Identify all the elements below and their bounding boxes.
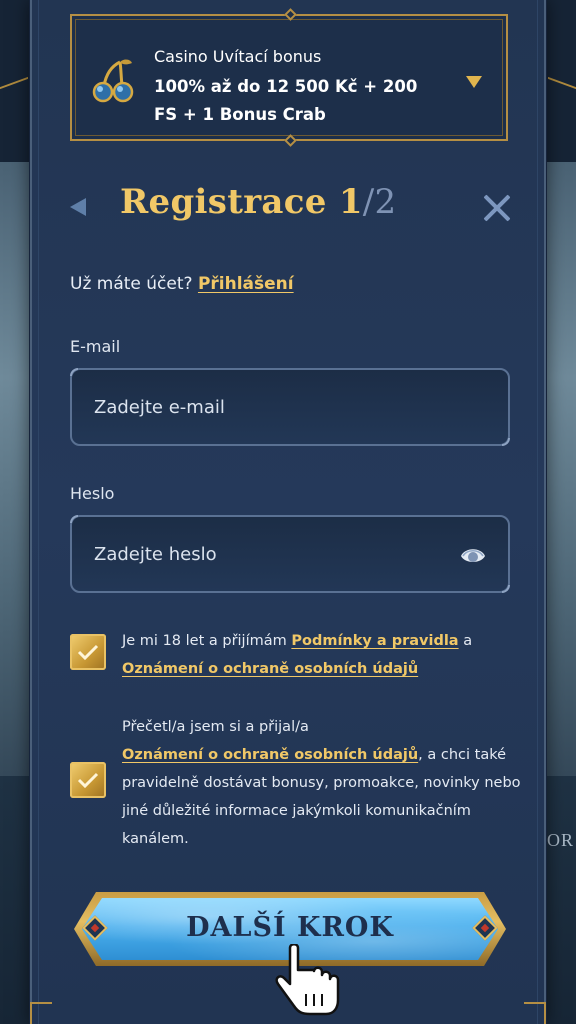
checkmark-icon bbox=[77, 644, 99, 661]
consent-text: Je mi 18 let a přijímám bbox=[122, 633, 292, 649]
title-step: Registrace 1 bbox=[120, 182, 363, 222]
terms-checkbox[interactable] bbox=[70, 634, 106, 670]
bonus-description: 100% až do 12 500 Kč + 200 FS + 1 Bonus … bbox=[154, 77, 418, 124]
password-field[interactable] bbox=[94, 517, 434, 591]
email-field[interactable] bbox=[94, 370, 434, 444]
field-corner bbox=[502, 585, 510, 593]
consent-text: a bbox=[458, 633, 473, 649]
login-question: Už máte účet? bbox=[70, 274, 193, 294]
email-field-box bbox=[70, 368, 510, 446]
back-arrow-icon[interactable] bbox=[70, 198, 86, 216]
hand-cursor-icon bbox=[275, 944, 340, 1016]
field-corner bbox=[70, 368, 78, 376]
terms-consent-text: Je mi 18 let a přijímám Podmínky a pravi… bbox=[122, 627, 522, 683]
privacy-link[interactable]: Oznámení o ochraně osobních údajů bbox=[122, 747, 418, 763]
password-label: Heslo bbox=[70, 484, 115, 503]
marketing-consent-text: Přečetl/a jsem si a přijal/a Oznámení o … bbox=[122, 713, 522, 853]
privacy-link[interactable]: Oznámení o ochraně osobních údajů bbox=[122, 661, 418, 677]
close-icon[interactable] bbox=[482, 193, 512, 223]
title-step-total: /2 bbox=[362, 182, 397, 222]
terms-link[interactable]: Podmínky a pravidla bbox=[291, 633, 458, 649]
login-prompt: Už máte účet? Přihlášení bbox=[70, 274, 294, 294]
panel-border-left bbox=[38, 0, 39, 1024]
bonus-title: Casino Uvítací bonus bbox=[154, 47, 322, 66]
bonus-top-diamond bbox=[284, 8, 297, 21]
bottom-right-ornament bbox=[524, 1002, 546, 1024]
bonus-selector[interactable]: Casino Uvítací bonus 100% až do 12 500 K… bbox=[70, 8, 508, 147]
chevron-down-icon[interactable] bbox=[466, 76, 482, 88]
email-label: E-mail bbox=[70, 337, 121, 356]
bonus-bottom-diamond bbox=[284, 134, 297, 147]
panel-border-right bbox=[537, 0, 538, 1024]
marketing-checkbox[interactable] bbox=[70, 762, 106, 798]
eye-icon[interactable] bbox=[460, 544, 486, 566]
password-field-box bbox=[70, 515, 510, 593]
consent-text: Přečetl/a jsem si a přijal/a bbox=[122, 719, 309, 735]
page-title: Registrace 1/2 bbox=[120, 182, 396, 222]
checkmark-icon bbox=[77, 772, 99, 789]
login-link[interactable]: Přihlášení bbox=[198, 274, 294, 294]
field-corner bbox=[70, 515, 78, 523]
cherries-icon bbox=[92, 59, 134, 103]
next-step-label: DALŠÍ KROK bbox=[186, 912, 394, 943]
field-corner bbox=[502, 438, 510, 446]
bottom-left-ornament bbox=[30, 1002, 52, 1024]
registration-panel: Casino Uvítací bonus 100% až do 12 500 K… bbox=[30, 0, 546, 1024]
